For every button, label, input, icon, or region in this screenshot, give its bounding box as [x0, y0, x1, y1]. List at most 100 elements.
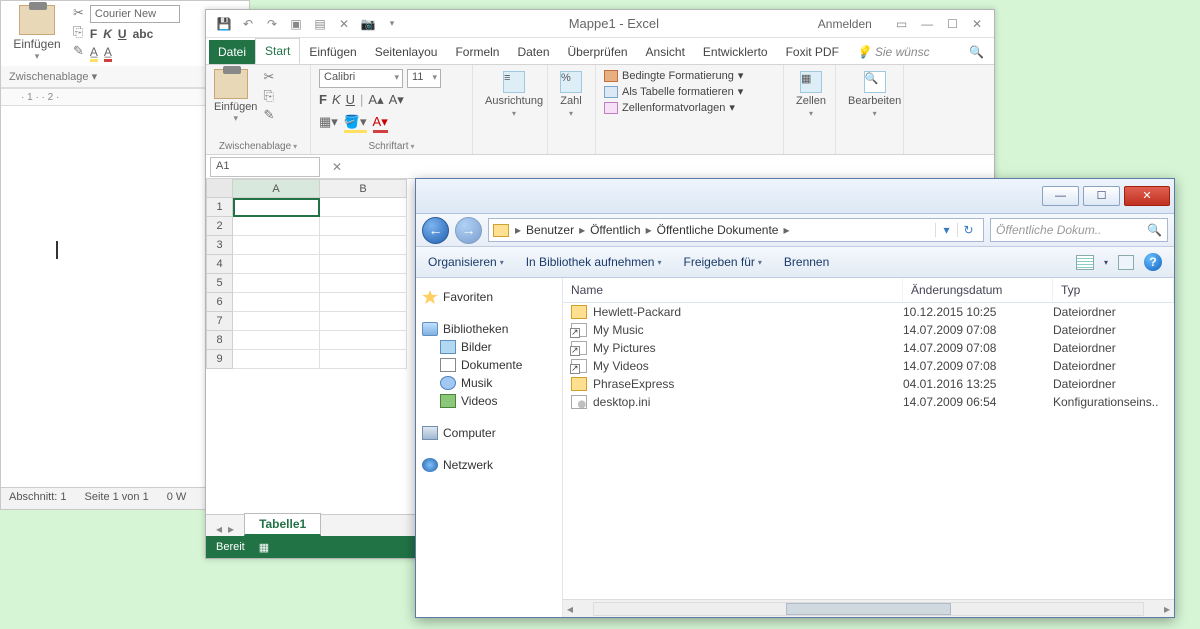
tab-start[interactable]: Start: [255, 38, 300, 64]
cell[interactable]: [320, 217, 407, 236]
sheet-tab[interactable]: Tabelle1: [244, 513, 321, 536]
row-header[interactable]: 4: [206, 255, 233, 274]
italic-button[interactable]: K: [103, 27, 112, 41]
bold-button[interactable]: F: [319, 92, 327, 108]
file-row[interactable]: PhraseExpress04.01.2016 13:25Dateiordner: [563, 375, 1174, 393]
cell[interactable]: [233, 350, 320, 369]
font-size-combo[interactable]: 11: [407, 69, 441, 88]
minimize-icon[interactable]: —: [921, 17, 933, 31]
tab-data[interactable]: Daten: [508, 40, 558, 64]
underline-button[interactable]: U: [346, 92, 355, 108]
file-list[interactable]: Hewlett-Packard10.12.2015 10:25Dateiordn…: [563, 303, 1174, 599]
row-header[interactable]: 7: [206, 312, 233, 331]
close-button[interactable]: ✕: [1124, 186, 1170, 206]
name-box[interactable]: A1: [210, 157, 320, 177]
editing-button[interactable]: 🔍Bearbeiten▾: [844, 69, 905, 120]
file-row[interactable]: desktop.ini14.07.2009 06:54Konfiguration…: [563, 393, 1174, 411]
qat-icon[interactable]: ▤: [312, 16, 328, 32]
cell[interactable]: [233, 198, 320, 217]
view-icon[interactable]: [1076, 255, 1094, 270]
cells-button[interactable]: ▦Zellen▾: [792, 69, 830, 120]
file-row[interactable]: My Pictures14.07.2009 07:08Dateiordner: [563, 339, 1174, 357]
back-button[interactable]: ←: [422, 217, 449, 244]
format-table-button[interactable]: Als Tabelle formatieren ▾: [604, 85, 743, 98]
tab-formulas[interactable]: Formeln: [446, 40, 508, 64]
cell[interactable]: [320, 274, 407, 293]
cell[interactable]: [320, 255, 407, 274]
underline-button[interactable]: U: [118, 27, 127, 41]
camera-icon[interactable]: 📷: [360, 16, 376, 32]
tab-insert[interactable]: Einfügen: [300, 40, 365, 64]
cell[interactable]: [320, 198, 407, 217]
cell[interactable]: [320, 236, 407, 255]
cell[interactable]: [233, 236, 320, 255]
font-name-combo[interactable]: Calibri: [319, 69, 403, 88]
conditional-format-button[interactable]: Bedingte Formatierung ▾: [604, 69, 743, 82]
organize-button[interactable]: Organisieren: [428, 255, 504, 269]
row-header[interactable]: 8: [206, 331, 233, 350]
redo-icon[interactable]: ↷: [264, 16, 280, 32]
tab-foxit[interactable]: Foxit PDF: [777, 40, 848, 64]
cancel-icon[interactable]: ✕: [332, 160, 342, 174]
maximize-icon[interactable]: ☐: [947, 17, 958, 31]
tab-review[interactable]: Überprüfen: [559, 40, 637, 64]
help-icon[interactable]: ?: [1144, 253, 1162, 271]
row-header[interactable]: 3: [206, 236, 233, 255]
number-button[interactable]: %Zahl▾: [556, 69, 586, 120]
cell[interactable]: [320, 350, 407, 369]
cell-styles-button[interactable]: Zellenformatvorlagen ▾: [604, 101, 743, 114]
maximize-button[interactable]: ☐: [1083, 186, 1120, 206]
cell[interactable]: [233, 274, 320, 293]
tab-view[interactable]: Ansicht: [637, 40, 694, 64]
tree-libraries[interactable]: Bibliotheken: [422, 320, 556, 338]
font-color-icon[interactable]: A̲: [104, 45, 112, 62]
refresh-icon[interactable]: ▾: [935, 223, 957, 237]
search-icon[interactable]: 🔍: [959, 40, 994, 64]
tab-file[interactable]: Datei: [209, 40, 255, 64]
undo-icon[interactable]: ↶: [240, 16, 256, 32]
tree-favorites[interactable]: Favoriten: [422, 288, 556, 306]
tree-item-music[interactable]: Musik: [422, 374, 556, 392]
border-icon[interactable]: ▦▾: [319, 114, 338, 133]
row-header[interactable]: 6: [206, 293, 233, 312]
cell[interactable]: [233, 312, 320, 331]
qat-icon[interactable]: ▣: [288, 16, 304, 32]
tree-item-documents[interactable]: Dokumente: [422, 356, 556, 374]
address-bar[interactable]: ▸ Benutzer▸ Öffentlich▸ Öffentliche Doku…: [488, 218, 984, 242]
row-header[interactable]: 9: [206, 350, 233, 369]
nav-tree[interactable]: Favoriten Bibliotheken Bilder Dokumente …: [416, 278, 563, 617]
share-button[interactable]: Freigeben für: [684, 255, 762, 269]
column-date[interactable]: Änderungsdatum: [903, 278, 1053, 302]
close-icon[interactable]: ✕: [336, 16, 352, 32]
font-color-icon[interactable]: A▾: [373, 114, 388, 133]
search-input[interactable]: Öffentliche Dokum.. 🔍: [990, 218, 1168, 242]
format-painter-icon[interactable]: ✎: [73, 43, 84, 59]
cell[interactable]: [320, 331, 407, 350]
horizontal-scrollbar[interactable]: ◂ ▸: [563, 599, 1174, 617]
cut-icon[interactable]: ✂: [263, 69, 274, 85]
column-type[interactable]: Typ: [1053, 278, 1174, 302]
include-library-button[interactable]: In Bibliothek aufnehmen: [526, 255, 662, 269]
select-all-corner[interactable]: [206, 179, 233, 198]
tell-me-box[interactable]: 💡 Sie wünsc: [848, 40, 938, 64]
row-header[interactable]: 5: [206, 274, 233, 293]
cell[interactable]: [233, 217, 320, 236]
strike-button[interactable]: abc: [133, 27, 154, 41]
tab-pagelayout[interactable]: Seitenlayou: [366, 40, 447, 64]
format-painter-icon[interactable]: ✎: [263, 107, 274, 123]
tree-computer[interactable]: Computer: [422, 424, 556, 442]
row-header[interactable]: 2: [206, 217, 233, 236]
sheet-nav[interactable]: ◂▸: [206, 522, 244, 536]
copy-icon[interactable]: ⎘: [73, 24, 84, 40]
burn-button[interactable]: Brennen: [784, 255, 829, 269]
shrink-font-icon[interactable]: A▾: [389, 92, 404, 108]
word-font-combo[interactable]: Courier New: [90, 5, 180, 23]
close-icon[interactable]: ✕: [972, 17, 982, 31]
bold-button[interactable]: F: [90, 27, 97, 41]
forward-button[interactable]: →: [455, 217, 482, 244]
word-paste-button[interactable]: Einfügen ▾: [7, 5, 67, 62]
cell[interactable]: [233, 293, 320, 312]
cell[interactable]: [233, 331, 320, 350]
cell[interactable]: [233, 255, 320, 274]
copy-icon[interactable]: ⎘: [263, 88, 274, 104]
